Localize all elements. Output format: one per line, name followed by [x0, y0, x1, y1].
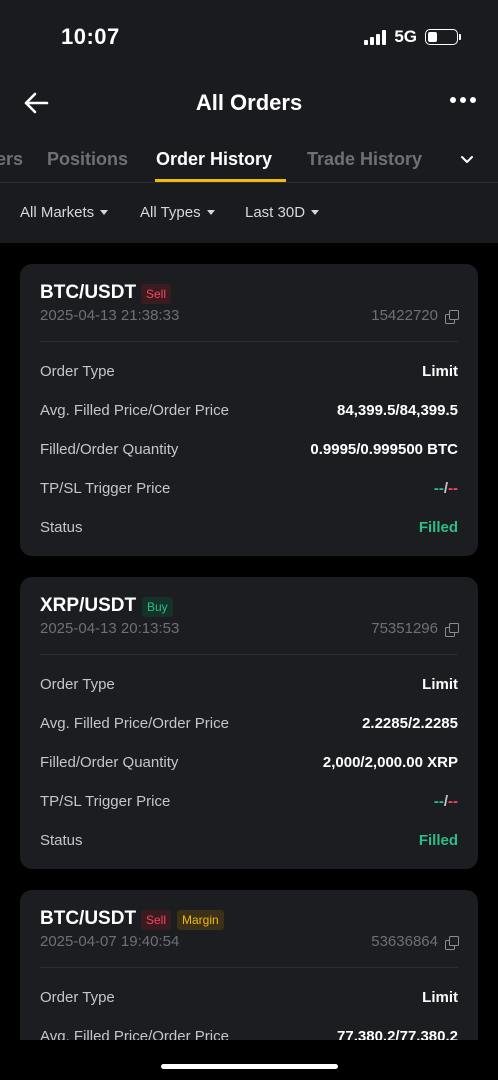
- status-value: Filled: [418, 519, 458, 536]
- order-card-header: XRP/USDT Buy 2025-04-13 20:13:53 7535129…: [40, 577, 459, 655]
- tp-value: --: [433, 793, 444, 810]
- side-badge: Buy: [142, 597, 173, 617]
- row-status: Status Filled: [40, 820, 458, 859]
- caret-down-icon: [100, 210, 109, 215]
- row-label: Avg. Filled Price/Order Price: [40, 715, 229, 732]
- type-filter-label: All Types: [140, 204, 201, 221]
- row-avg-price: Avg. Filled Price/Order Price 84,399.5/8…: [40, 390, 458, 429]
- side-badge: Sell: [141, 284, 172, 304]
- battery-icon: [425, 29, 461, 45]
- margin-badge: Margin: [177, 910, 224, 930]
- row-tpsl: TP/SL Trigger Price --/--: [40, 781, 458, 820]
- row-quantity: Filled/Order Quantity 2,000/2,000.00 XRP: [40, 742, 458, 781]
- order-time: 2025-04-13 20:13:53: [40, 620, 180, 637]
- row-tpsl: TP/SL Trigger Price --/--: [40, 468, 458, 507]
- network-label: 5G: [394, 27, 417, 46]
- copy-icon[interactable]: [445, 623, 459, 637]
- row-avg-price: Avg. Filled Price/Order Price 2.2285/2.2…: [40, 703, 458, 742]
- active-tab-indicator: [155, 179, 286, 182]
- period-filter-label: Last 30D: [245, 204, 306, 221]
- market-filter-label: All Markets: [20, 204, 95, 221]
- order-time: 2025-04-07 19:40:54: [40, 933, 180, 950]
- chevron-down-icon[interactable]: [460, 155, 474, 165]
- row-label: Filled/Order Quantity: [40, 441, 179, 458]
- signal-icon: [364, 29, 387, 45]
- row-label: Status: [40, 832, 83, 849]
- row-order-type: Order Type Limit: [40, 351, 458, 390]
- status-value: Filled: [418, 832, 458, 849]
- row-value: 0.9995/0.999500 BTC: [310, 441, 458, 458]
- order-id: 53636864: [371, 933, 438, 950]
- row-quantity: Filled/Order Quantity 0.9995/0.999500 BT…: [40, 429, 458, 468]
- row-label: Avg. Filled Price/Order Price: [40, 402, 229, 419]
- row-order-type: Order Type Limit: [40, 977, 458, 1016]
- tpsl-value: --/--: [434, 793, 458, 810]
- row-value: 2.2285/2.2285: [362, 715, 458, 732]
- row-value: Limit: [422, 676, 458, 693]
- row-order-type: Order Type Limit: [40, 664, 458, 703]
- page-title: All Orders: [195, 90, 303, 115]
- row-label: Order Type: [40, 363, 115, 380]
- sl-value: --: [448, 480, 458, 497]
- row-value: Limit: [422, 363, 458, 380]
- tab-bar: ers Positions Order History Trade Histor…: [0, 135, 498, 183]
- order-id: 75351296: [371, 620, 438, 637]
- tp-value: --: [433, 480, 444, 497]
- row-label: TP/SL Trigger Price: [40, 793, 171, 810]
- home-indicator[interactable]: [161, 1064, 338, 1069]
- tab-positions[interactable]: Positions: [47, 149, 128, 170]
- order-time: 2025-04-13 21:38:33: [40, 307, 180, 324]
- filter-bar: All Markets All Types Last 30D: [0, 183, 498, 243]
- order-id: 15422720: [371, 307, 438, 324]
- tab-orders-partial[interactable]: ers: [0, 149, 23, 170]
- type-filter[interactable]: All Types: [140, 204, 215, 221]
- row-value: 84,399.5/84,399.5: [337, 402, 458, 419]
- side-badge: Sell: [141, 910, 172, 930]
- market-filter[interactable]: All Markets: [20, 204, 109, 221]
- order-card[interactable]: BTC/USDT Sell 2025-04-13 21:38:33 154227…: [20, 264, 478, 556]
- order-pair: BTC/USDT: [40, 282, 137, 303]
- tab-trade-history[interactable]: Trade History: [307, 149, 422, 170]
- app-header: All Orders: [0, 75, 498, 135]
- row-status: Status Filled: [40, 507, 458, 546]
- row-value: 2,000/2,000.00 XRP: [322, 754, 458, 771]
- row-label: TP/SL Trigger Price: [40, 480, 171, 497]
- row-label: Order Type: [40, 989, 115, 1006]
- bottom-safe-area: [0, 1040, 498, 1080]
- row-label: Order Type: [40, 676, 115, 693]
- row-label: Status: [40, 519, 83, 536]
- order-pair: XRP/USDT: [40, 595, 137, 616]
- row-value: Limit: [422, 989, 458, 1006]
- tab-order-history[interactable]: Order History: [156, 149, 272, 170]
- period-filter[interactable]: Last 30D: [245, 204, 320, 221]
- order-card[interactable]: XRP/USDT Buy 2025-04-13 20:13:53 7535129…: [20, 577, 478, 869]
- order-card-header: BTC/USDT Sell 2025-04-13 21:38:33 154227…: [40, 264, 459, 342]
- caret-down-icon: [311, 210, 320, 215]
- sl-value: --: [448, 793, 458, 810]
- status-time: 10:07: [61, 24, 120, 49]
- tpsl-value: --/--: [434, 480, 458, 497]
- order-pair: BTC/USDT: [40, 908, 137, 929]
- caret-down-icon: [206, 210, 215, 215]
- copy-icon[interactable]: [445, 310, 459, 324]
- more-options-icon[interactable]: [450, 97, 476, 103]
- copy-icon[interactable]: [445, 936, 459, 950]
- order-card-header: BTC/USDT Sell Margin 2025-04-07 19:40:54…: [40, 890, 459, 968]
- status-icons: 5G: [364, 27, 461, 47]
- row-label: Filled/Order Quantity: [40, 754, 179, 771]
- status-bar: 10:07 5G: [0, 0, 498, 75]
